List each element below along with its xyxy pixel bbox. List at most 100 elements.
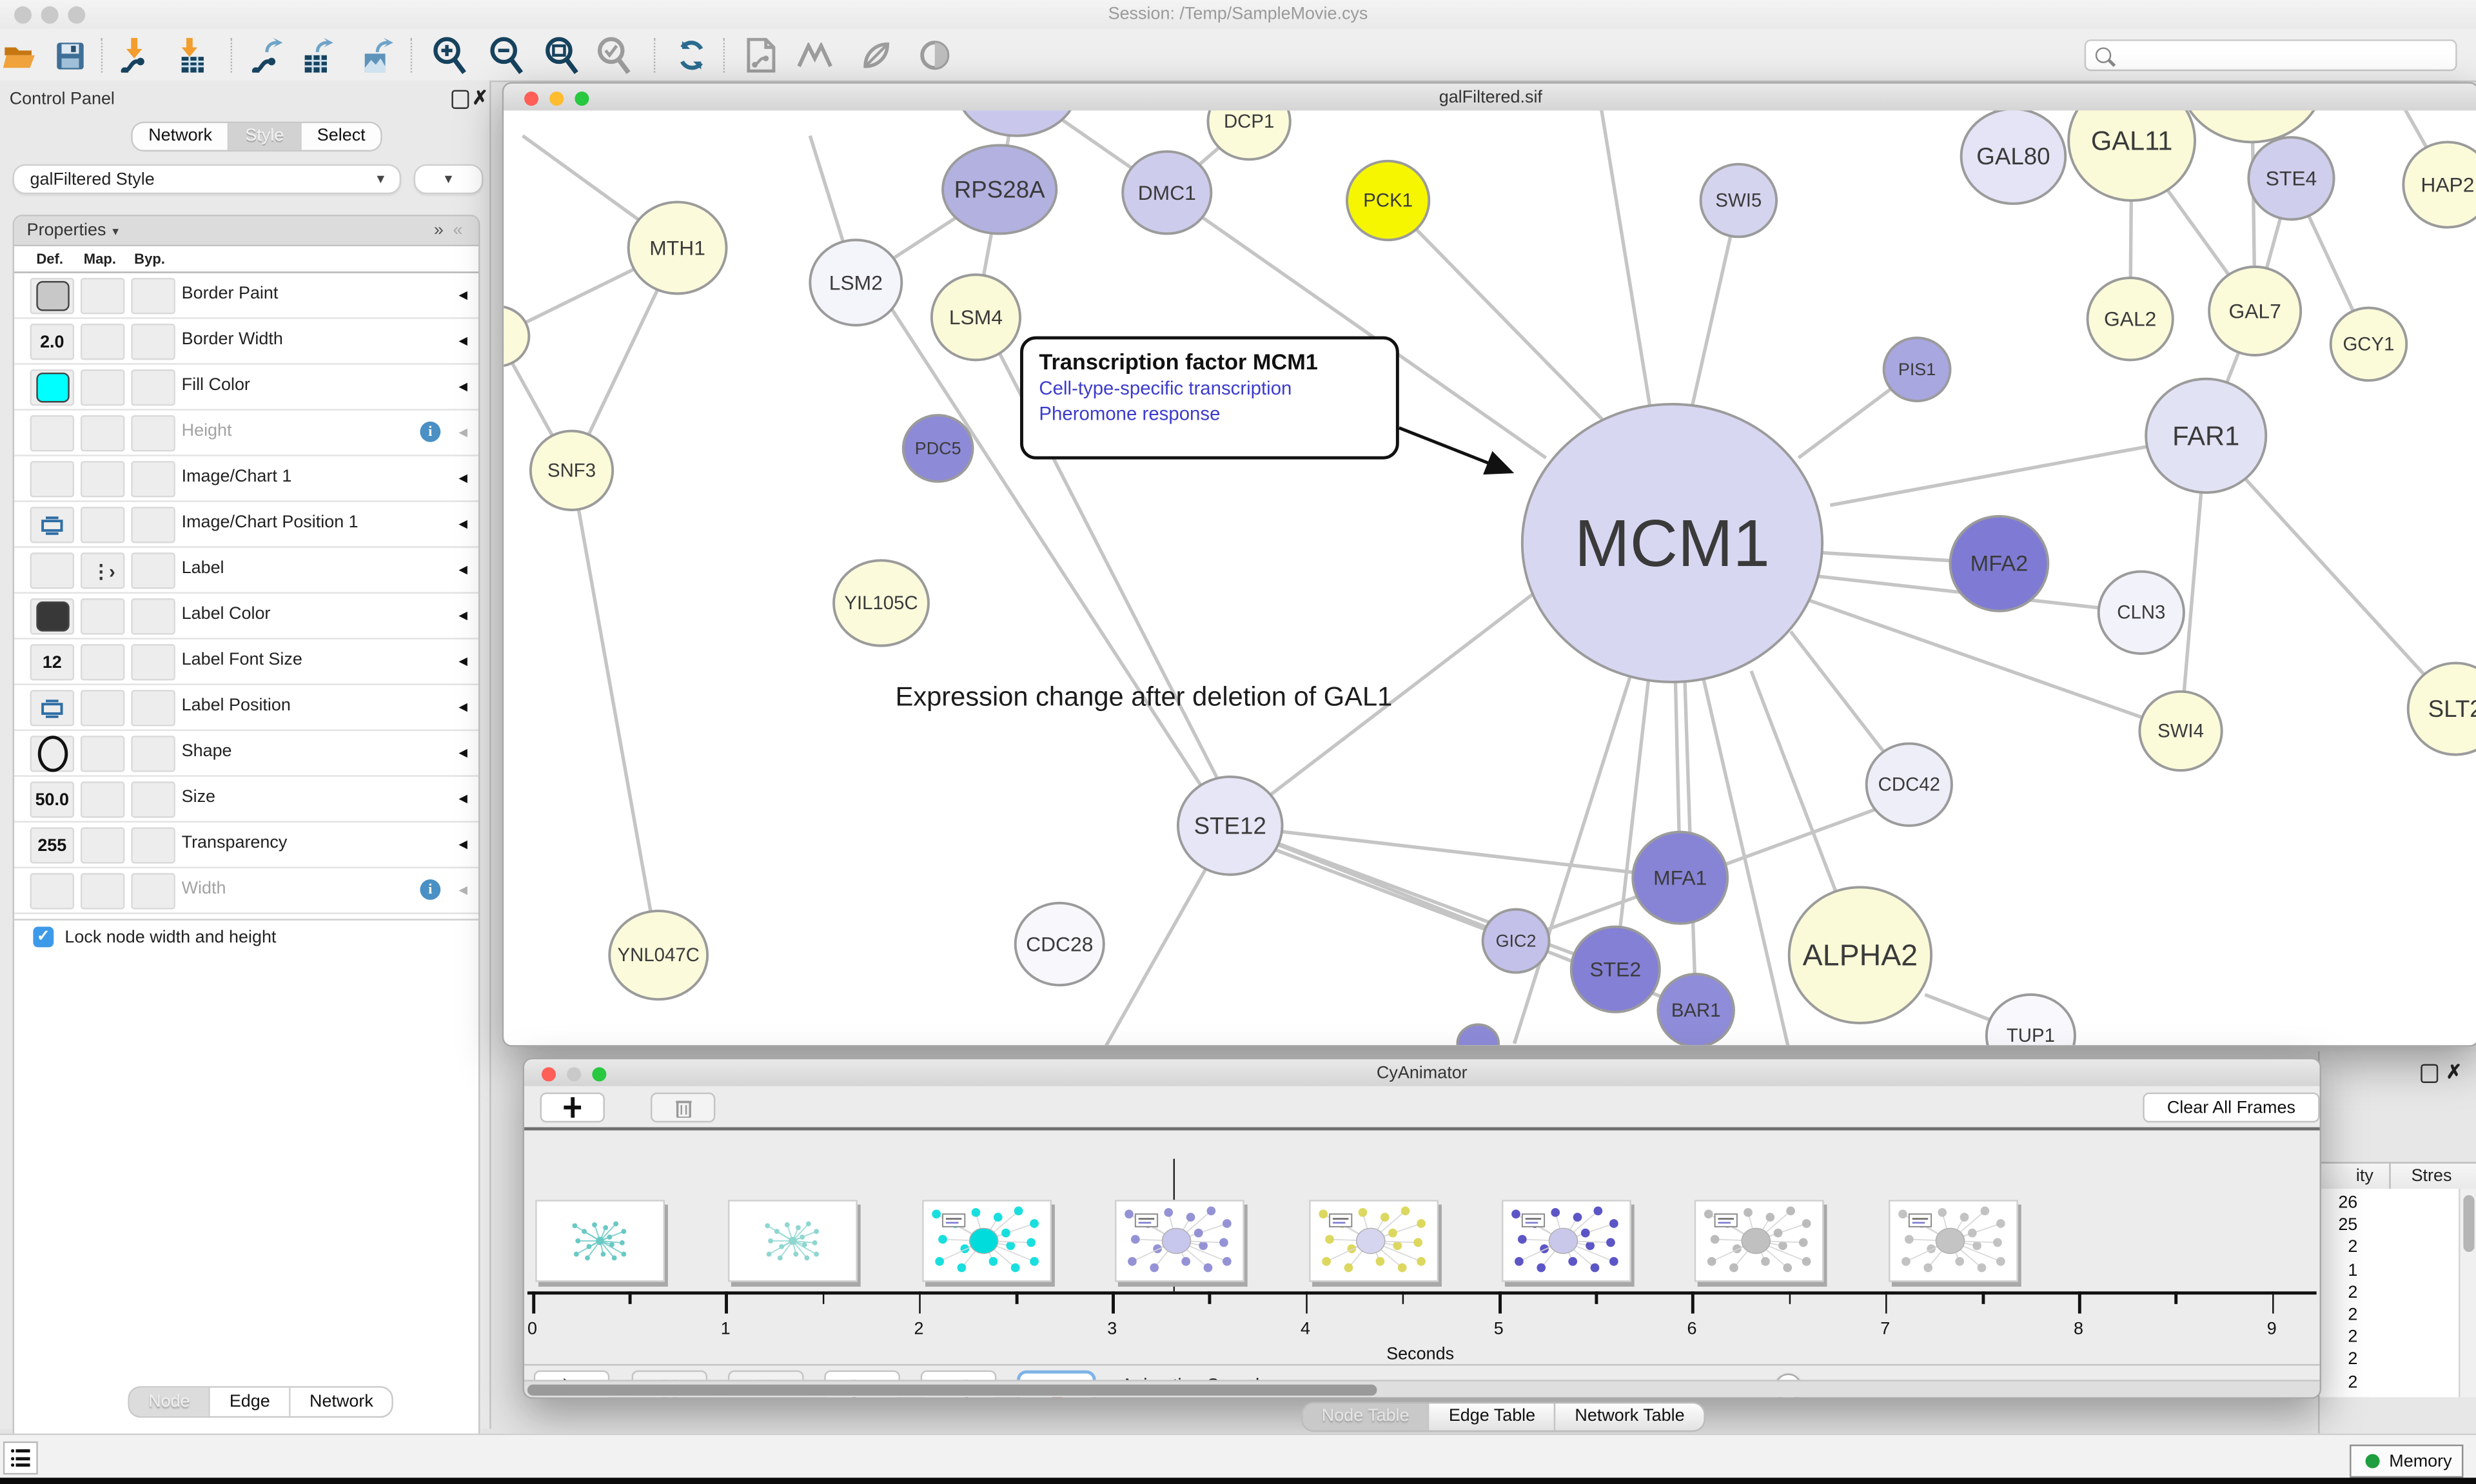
network-node-GAL2[interactable]: GAL2 [2088, 278, 2173, 360]
import-network-button[interactable] [115, 35, 157, 76]
bypass-cell[interactable] [131, 415, 175, 451]
property-row-label[interactable]: ⋮›Label◂ [14, 548, 478, 594]
close-panel-icon[interactable]: ✗ [472, 87, 488, 109]
tab-network-style[interactable]: Network [291, 1388, 393, 1416]
bypass-cell[interactable] [131, 690, 175, 726]
property-row-label-font-size[interactable]: 12Label Font Size◂ [14, 639, 478, 685]
default-value-cell[interactable] [30, 415, 75, 451]
tab-style[interactable]: Style [230, 123, 301, 150]
expand-row-icon[interactable]: ◂ [458, 376, 467, 396]
search-input[interactable] [2117, 44, 2455, 66]
property-row-border-paint[interactable]: Border Paint◂ [14, 273, 478, 319]
network-node-CLN3[interactable]: CLN3 [2099, 572, 2184, 654]
network-node-ALPHA2[interactable]: ALPHA2 [1789, 887, 1931, 1023]
network-canvas[interactable]: RPS28ADCP1DMC1PCK1SWI5GAL80GAL11STE4HAP2… [504, 110, 2476, 1045]
network-node-MFA2[interactable]: MFA2 [1950, 516, 2048, 611]
network-node-MCM1[interactable]: MCM1 [1522, 404, 1822, 682]
network-node[interactable] [2179, 110, 2324, 142]
expand-row-icon[interactable]: ◂ [458, 605, 467, 625]
property-row-shape[interactable]: Shape◂ [14, 731, 478, 777]
property-row-transparency[interactable]: 255Transparency◂ [14, 823, 478, 868]
mapping-cell[interactable] [81, 415, 125, 451]
property-row-image-chart-position-1[interactable]: Image/Chart Position 1◂ [14, 502, 478, 548]
clear-all-frames-button[interactable]: Clear All Frames [2143, 1093, 2319, 1123]
expand-row-icon[interactable]: ◂ [458, 742, 467, 763]
expand-row-icon[interactable]: ◂ [458, 696, 467, 717]
export-network-button[interactable] [246, 35, 288, 76]
default-value-cell[interactable] [30, 369, 75, 405]
bypass-cell[interactable] [131, 507, 175, 543]
expand-all-icon[interactable]: » [434, 221, 447, 240]
property-row-label-position[interactable]: Label Position◂ [14, 685, 478, 731]
export-image-button[interactable] [357, 35, 398, 76]
annotation-link-2[interactable]: Pheromone response [1039, 402, 1380, 424]
network-node-MFA1[interactable]: MFA1 [1633, 832, 1727, 924]
property-row-fill-color[interactable]: Fill Color◂ [14, 365, 478, 411]
bypass-cell[interactable] [131, 369, 175, 405]
node-ellipse[interactable] [2179, 110, 2324, 142]
tab-select[interactable]: Select [301, 123, 381, 150]
zoom-out-button[interactable] [486, 35, 527, 76]
horizontal-scrollbar[interactable] [524, 1380, 2319, 1397]
network-node-RPS28A[interactable]: RPS28A [943, 145, 1056, 233]
network-node-STE12[interactable]: STE12 [1178, 777, 1282, 875]
node-ellipse[interactable] [1457, 1024, 1498, 1045]
style-selector[interactable]: galFiltered Style ▼ [13, 164, 401, 195]
network-node-GIC2[interactable]: GIC2 [1483, 910, 1549, 973]
properties-header[interactable]: Properties ▾ » « [14, 217, 478, 247]
export-table-button[interactable] [297, 35, 338, 76]
expand-row-icon[interactable]: ◂ [458, 788, 467, 808]
expand-row-icon[interactable]: ◂ [458, 284, 467, 305]
default-value-cell[interactable] [30, 507, 75, 543]
delete-frame-button[interactable] [651, 1093, 715, 1123]
expand-row-icon[interactable]: ◂ [458, 559, 467, 580]
network-node-LSM4[interactable]: LSM4 [932, 275, 1020, 360]
bypass-cell[interactable] [131, 461, 175, 497]
network-node[interactable] [1457, 1024, 1498, 1045]
scrollbar-thumb[interactable] [527, 1384, 1377, 1395]
property-row-height[interactable]: Heighti◂ [14, 411, 478, 456]
mapping-cell[interactable] [81, 278, 125, 314]
zoom-fit-button[interactable] [542, 35, 583, 76]
task-history-button[interactable] [3, 1441, 38, 1474]
zoom-in-button[interactable] [429, 35, 471, 76]
network-node[interactable] [957, 110, 1077, 135]
default-value-cell[interactable] [30, 690, 75, 726]
network-node-CDC28[interactable]: CDC28 [1016, 903, 1104, 985]
tab-edge-table[interactable]: Edge Table [1430, 1403, 1556, 1430]
mapping-cell[interactable] [81, 507, 125, 543]
add-frame-button[interactable] [540, 1093, 605, 1123]
cyanimator-title-bar[interactable]: CyAnimator [524, 1059, 2319, 1088]
default-value-cell[interactable] [30, 461, 75, 497]
network-node-PIS1[interactable]: PIS1 [1884, 338, 1950, 401]
timeline[interactable]: 0123456789Seconds [524, 1128, 2319, 1364]
bypass-cell[interactable] [131, 278, 175, 314]
expand-row-icon[interactable]: ◂ [458, 467, 467, 488]
default-value-cell[interactable]: 2.0 [30, 324, 75, 360]
property-row-label-color[interactable]: Label Color◂ [14, 594, 478, 639]
refresh-layout-button[interactable] [671, 35, 712, 76]
bypass-cell[interactable] [131, 324, 175, 360]
network-node-GCY1[interactable]: GCY1 [2331, 308, 2407, 381]
frame-thumbnail-1[interactable] [535, 1200, 665, 1282]
mapping-cell[interactable] [81, 644, 125, 680]
network-window-title-bar[interactable]: galFiltered.sif [504, 84, 2476, 112]
frame-thumbnail-7[interactable] [1695, 1200, 1825, 1282]
vertical-scrollbar[interactable] [2459, 1189, 2476, 1397]
network-node-GAL7[interactable]: GAL7 [2209, 267, 2301, 355]
mapping-cell[interactable] [81, 369, 125, 405]
network-node-YNL047C[interactable]: YNL047C [609, 911, 707, 999]
expand-row-icon[interactable]: ◂ [458, 879, 467, 900]
frame-thumbnail-4[interactable] [1115, 1200, 1244, 1282]
mapping-cell[interactable] [81, 690, 125, 726]
show-detail-button[interactable] [914, 35, 956, 76]
default-value-cell[interactable]: 12 [30, 644, 75, 680]
tab-node[interactable]: Node [130, 1388, 211, 1416]
network-node-STE4[interactable]: STE4 [2248, 137, 2334, 219]
float-panel-icon[interactable] [2421, 1064, 2438, 1083]
network-node-YIL105C[interactable]: YIL105C [834, 560, 928, 645]
mapping-cell[interactable] [81, 781, 125, 817]
network-node[interactable] [504, 306, 529, 366]
expand-row-icon[interactable]: ◂ [458, 650, 467, 671]
node-ellipse[interactable] [957, 110, 1077, 135]
